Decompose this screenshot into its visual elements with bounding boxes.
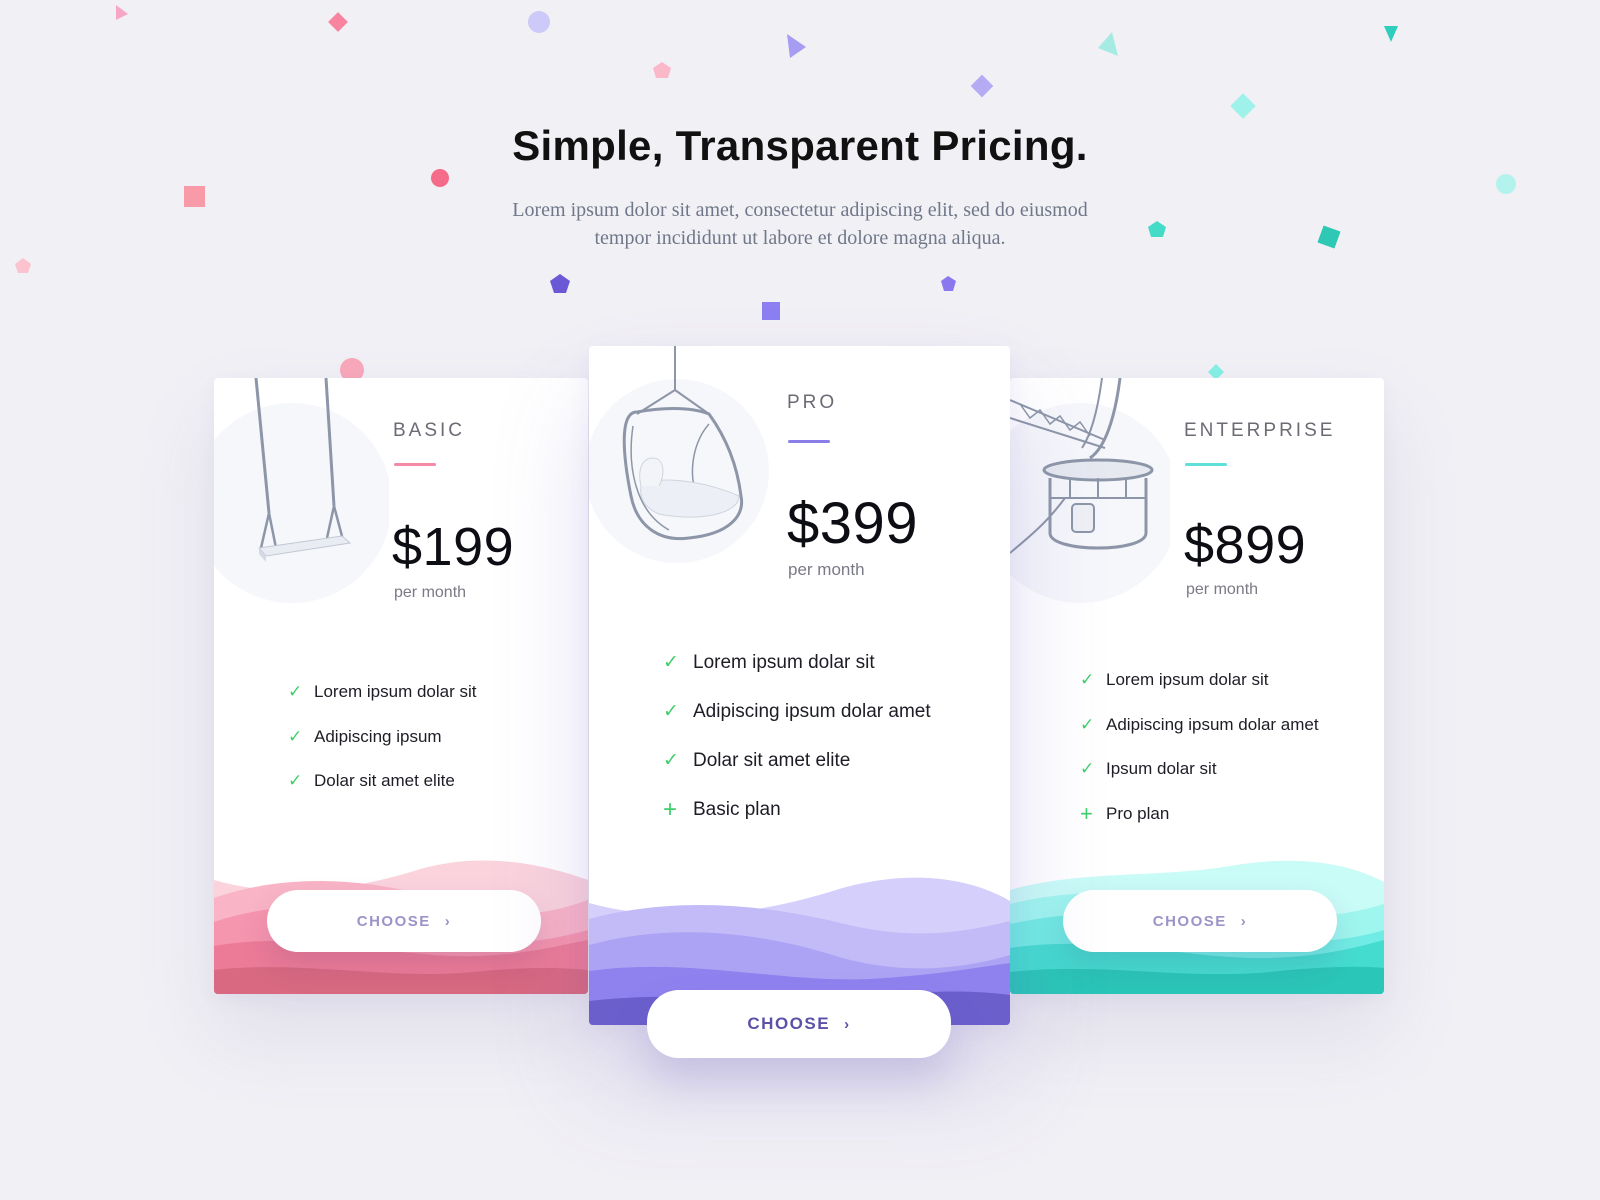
hanging-chair-icon <box>589 346 769 563</box>
plan-accent-line <box>788 440 830 443</box>
confetti-pentagon <box>550 274 570 293</box>
feature-text: Dolar sit amet elite <box>693 749 851 771</box>
button-label: CHOOSE <box>747 1014 831 1033</box>
feature-item: ✓ Ipsum dolar sit <box>1080 747 1319 792</box>
confetti-square <box>184 186 205 207</box>
check-icon: ✓ <box>663 750 679 771</box>
page-subtitle: Lorem ipsum dolor sit amet, consectetur … <box>460 196 1140 252</box>
feature-item: ✓ Dolar sit amet elite <box>663 736 931 785</box>
plan-period: per month <box>1186 581 1259 598</box>
confetti-pentagon <box>1148 221 1166 237</box>
confetti-pentagon <box>15 258 31 273</box>
feature-text: Lorem ipsum dolar sit <box>1106 670 1269 690</box>
feature-list: ✓ Lorem ipsum dolar sit ✓ Adipiscing ipsum… <box>288 670 477 804</box>
check-icon: ✓ <box>663 652 679 673</box>
plus-icon: + <box>1080 800 1093 826</box>
plan-accent-line <box>394 463 436 466</box>
feature-item: ✓ Adipiscing ipsum dolar amet <box>663 687 931 736</box>
confetti-pentagon <box>653 62 671 78</box>
plan-price: $899 <box>1184 515 1307 575</box>
feature-text: Lorem ipsum dolar sit <box>314 682 477 702</box>
choose-enterprise-button[interactable]: CHOOSE › <box>1063 890 1337 952</box>
feature-text: Adipiscing ipsum <box>314 726 442 746</box>
feature-list: ✓ Lorem ipsum dolar sit ✓ Adipiscing ipsum… <box>663 638 931 834</box>
check-icon: ✓ <box>663 701 679 722</box>
page-title: Simple, Transparent Pricing. <box>512 122 1088 169</box>
feature-item: ✓ Adipiscing ipsum dolar amet <box>1080 703 1319 748</box>
feature-item: ✓ Lorem ipsum dolar sit <box>663 638 931 687</box>
button-label: CHOOSE <box>1152 912 1227 930</box>
feature-item: ✓ Lorem ipsum dolar sit <box>1080 658 1319 703</box>
plan-name: PRO <box>787 392 838 413</box>
feature-text: Basic plan <box>693 798 781 820</box>
pricing-card-enterprise: ENTERPRISE $899 per month ✓ Lorem ipsum d… <box>1010 378 1384 994</box>
confetti-pentagon <box>941 276 956 291</box>
feature-text: Adipiscing ipsum dolar amet <box>693 700 931 722</box>
button-label: CHOOSE <box>356 912 431 930</box>
ferris-wheel-cabin-icon <box>1010 378 1170 603</box>
choose-basic-button[interactable]: CHOOSE › <box>267 890 541 952</box>
plan-accent-line <box>1185 463 1227 466</box>
check-icon: ✓ <box>288 682 303 702</box>
check-icon: ✓ <box>1080 714 1095 734</box>
confetti-triangle <box>1098 32 1118 56</box>
feature-item: + Pro plan <box>1080 792 1319 837</box>
check-icon: ✓ <box>1080 759 1095 779</box>
plan-period: per month <box>788 560 865 579</box>
confetti-triangle <box>787 34 806 58</box>
feature-item: ✓ Adipiscing ipsum <box>288 715 477 760</box>
chevron-right-icon: › <box>1240 912 1248 930</box>
pricing-card-basic: BASIC $199 per month ✓ Lorem ipsum dolar … <box>214 378 588 994</box>
subtitle-line-2: tempor incididunt ut labore et dolore ma… <box>594 227 1006 249</box>
check-icon: ✓ <box>1080 670 1095 690</box>
plan-price: $399 <box>787 491 919 556</box>
confetti-triangle <box>116 5 128 20</box>
plus-icon: + <box>663 795 678 823</box>
chevron-right-icon: › <box>844 1015 851 1033</box>
plan-price: $199 <box>392 517 515 577</box>
feature-item: ✓ Dolar sit amet elite <box>288 759 477 804</box>
feature-text: Pro plan <box>1106 803 1170 823</box>
feature-item: ✓ Lorem ipsum dolar sit <box>288 670 477 715</box>
swing-icon <box>214 378 389 603</box>
confetti-square <box>1317 225 1341 249</box>
choose-pro-button[interactable]: CHOOSE › <box>647 990 951 1058</box>
confetti-diamond <box>328 12 348 32</box>
pricing-card-pro: PRO $399 per month ✓ Lorem ipsum dolar si… <box>589 346 1010 1025</box>
subtitle-line-1: Lorem ipsum dolor sit amet, consectetur … <box>512 199 1088 221</box>
feature-text: Dolar sit amet elite <box>314 771 455 791</box>
plan-name: BASIC <box>393 420 466 441</box>
confetti-circle <box>431 169 449 187</box>
plan-period: per month <box>394 584 467 601</box>
confetti-square <box>762 302 780 320</box>
feature-list: ✓ Lorem ipsum dolar sit ✓ Adipiscing ipsum… <box>1080 658 1319 836</box>
feature-text: Adipiscing ipsum dolar amet <box>1106 714 1319 734</box>
confetti-triangle <box>1384 26 1398 42</box>
plan-name: ENTERPRISE <box>1184 420 1336 441</box>
confetti-circle <box>528 11 550 33</box>
chevron-right-icon: › <box>444 912 452 930</box>
confetti-diamond <box>970 74 994 98</box>
check-icon: ✓ <box>288 726 303 746</box>
confetti-diamond <box>1230 93 1256 119</box>
confetti-circle <box>1496 174 1516 194</box>
feature-text: Lorem ipsum dolar sit <box>693 651 875 673</box>
feature-text: Ipsum dolar sit <box>1106 759 1217 779</box>
feature-item: + Basic plan <box>663 785 931 834</box>
check-icon: ✓ <box>288 771 303 791</box>
